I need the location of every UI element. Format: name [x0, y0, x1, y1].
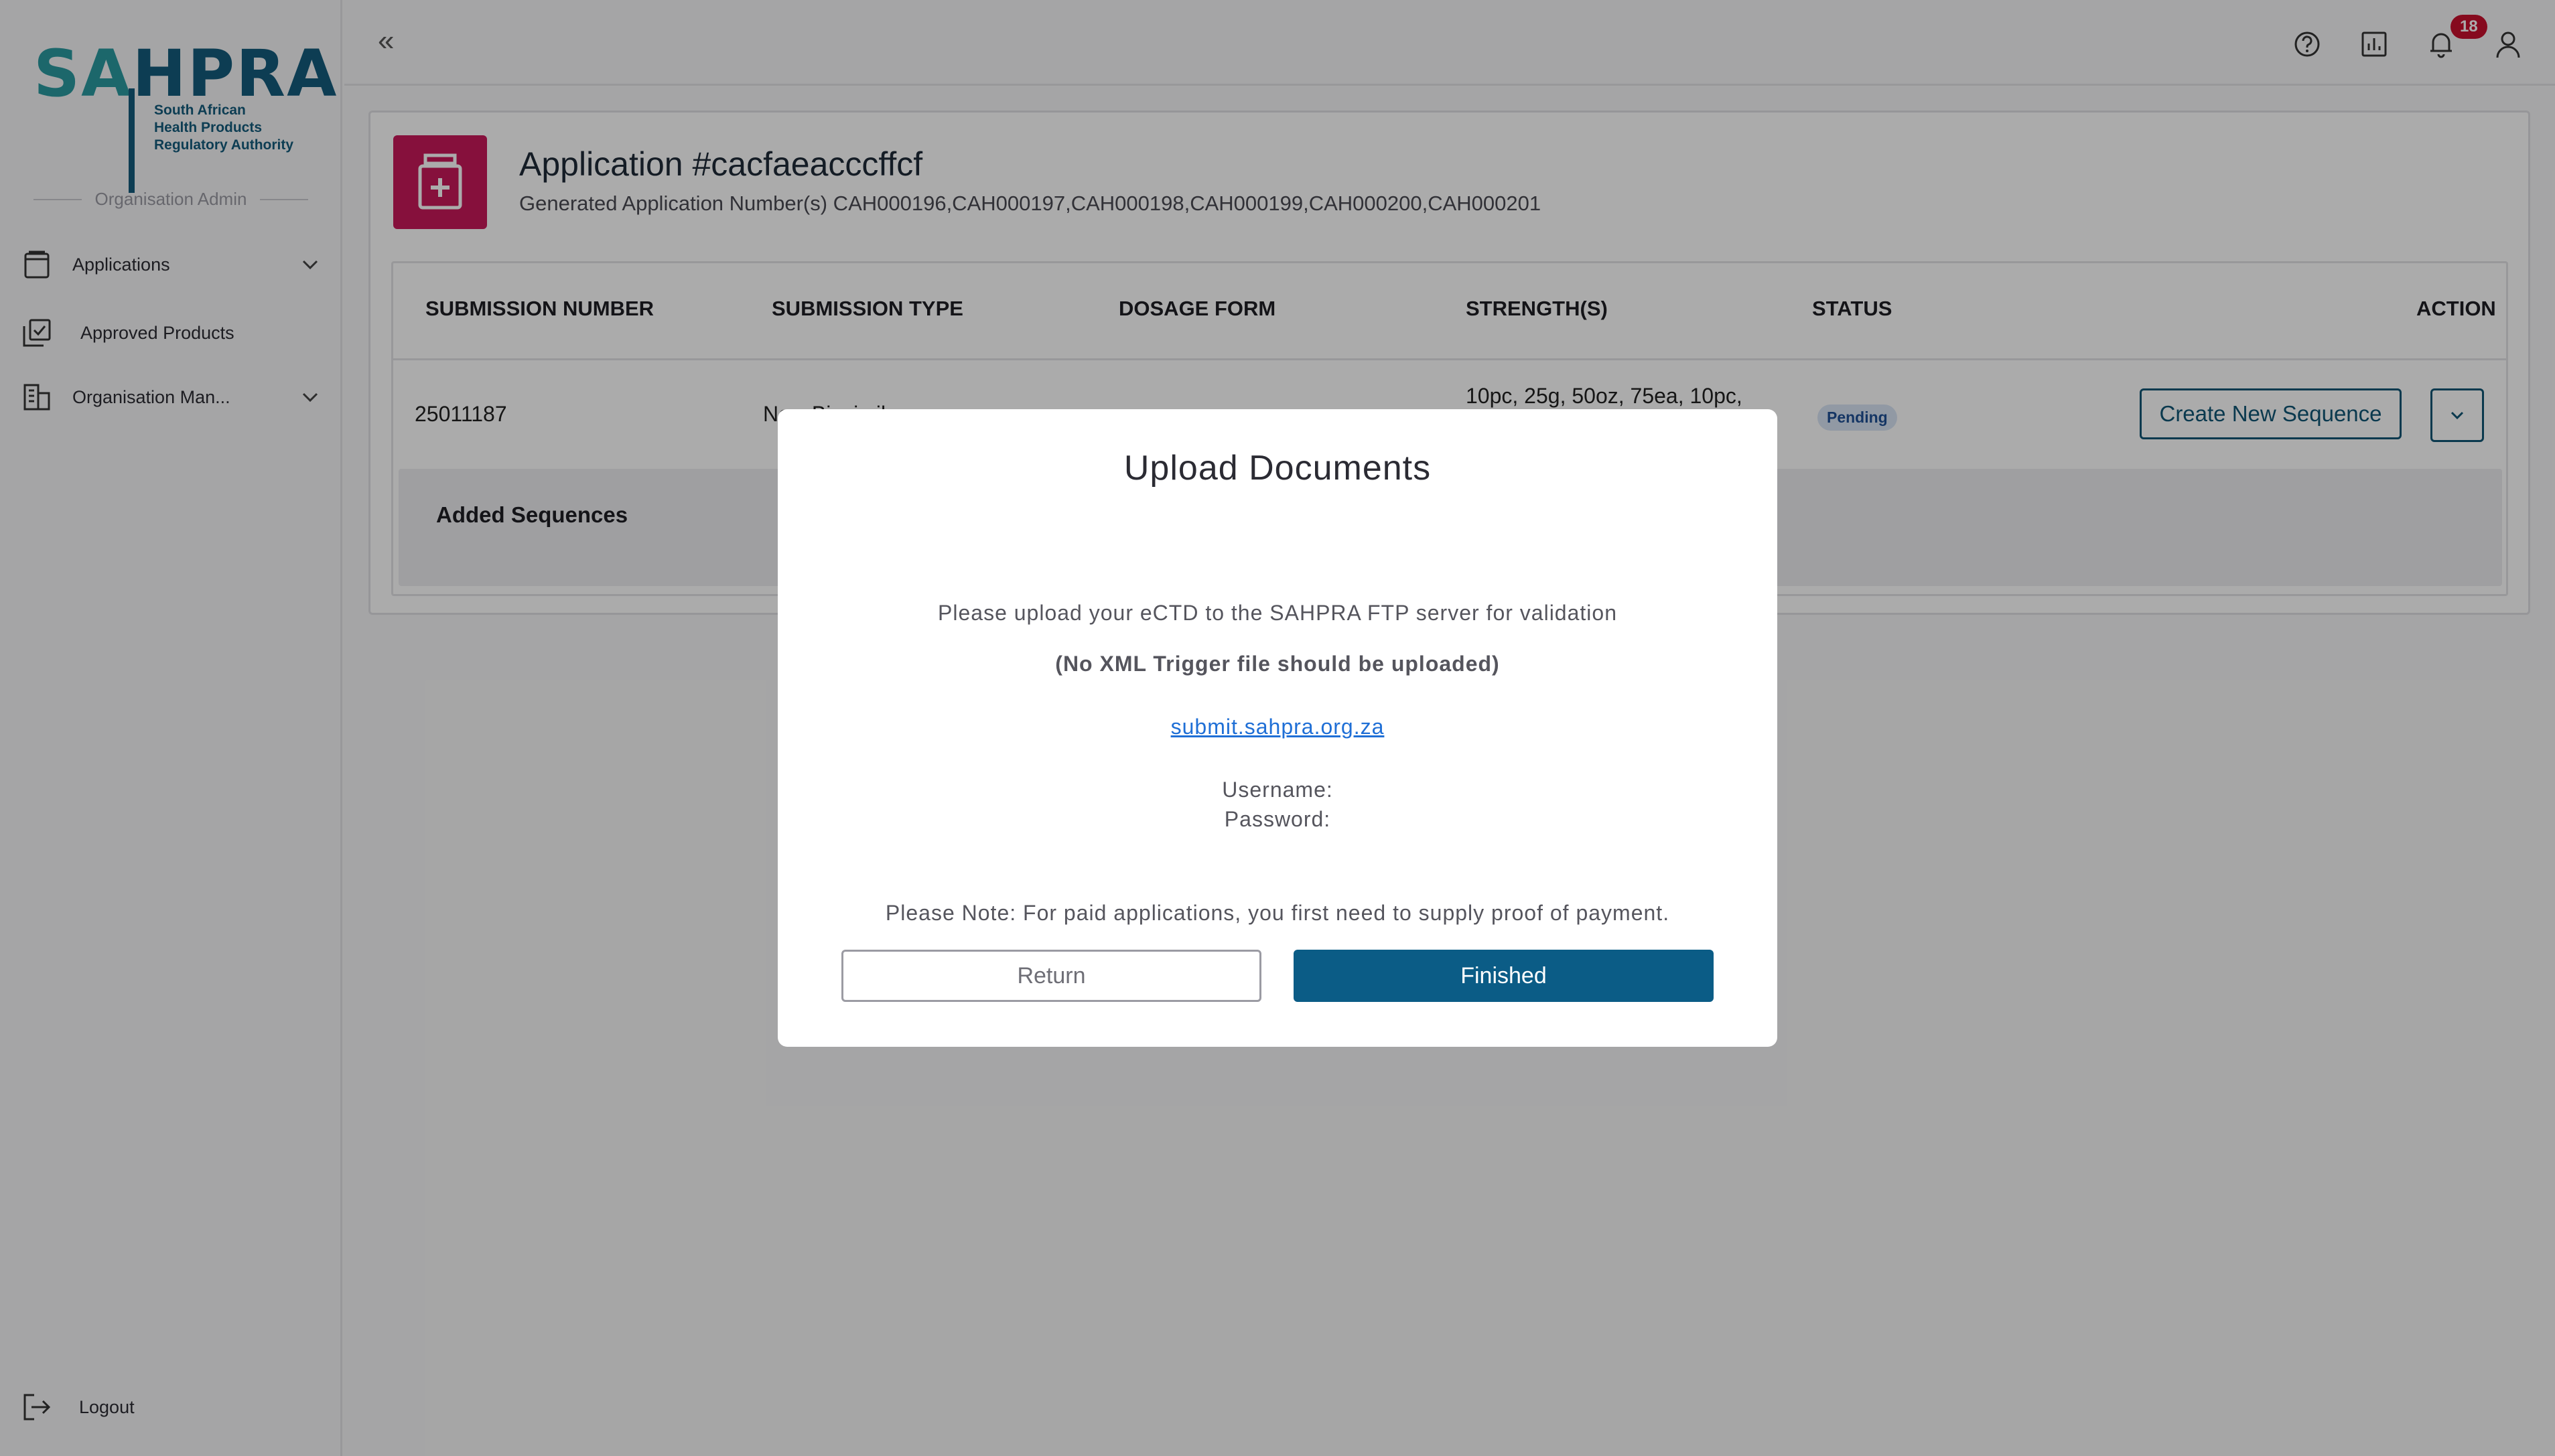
upload-instruction: Please upload your eCTD to the SAHPRA FT…: [938, 601, 1617, 625]
xml-trigger-warning: (No XML Trigger file should be uploaded): [1055, 652, 1500, 676]
password-label: Password:: [1224, 807, 1331, 831]
finished-button[interactable]: Finished: [1294, 950, 1714, 1002]
payment-note: Please Note: For paid applications, you …: [885, 901, 1670, 925]
username-label: Username:: [1222, 778, 1333, 802]
return-button[interactable]: Return: [841, 950, 1261, 1002]
ftp-server-link[interactable]: submit.sahpra.org.za: [1171, 715, 1385, 739]
upload-documents-dialog: Upload Documents Please upload your eCTD…: [778, 409, 1777, 1047]
dialog-title: Upload Documents: [1123, 449, 1432, 488]
